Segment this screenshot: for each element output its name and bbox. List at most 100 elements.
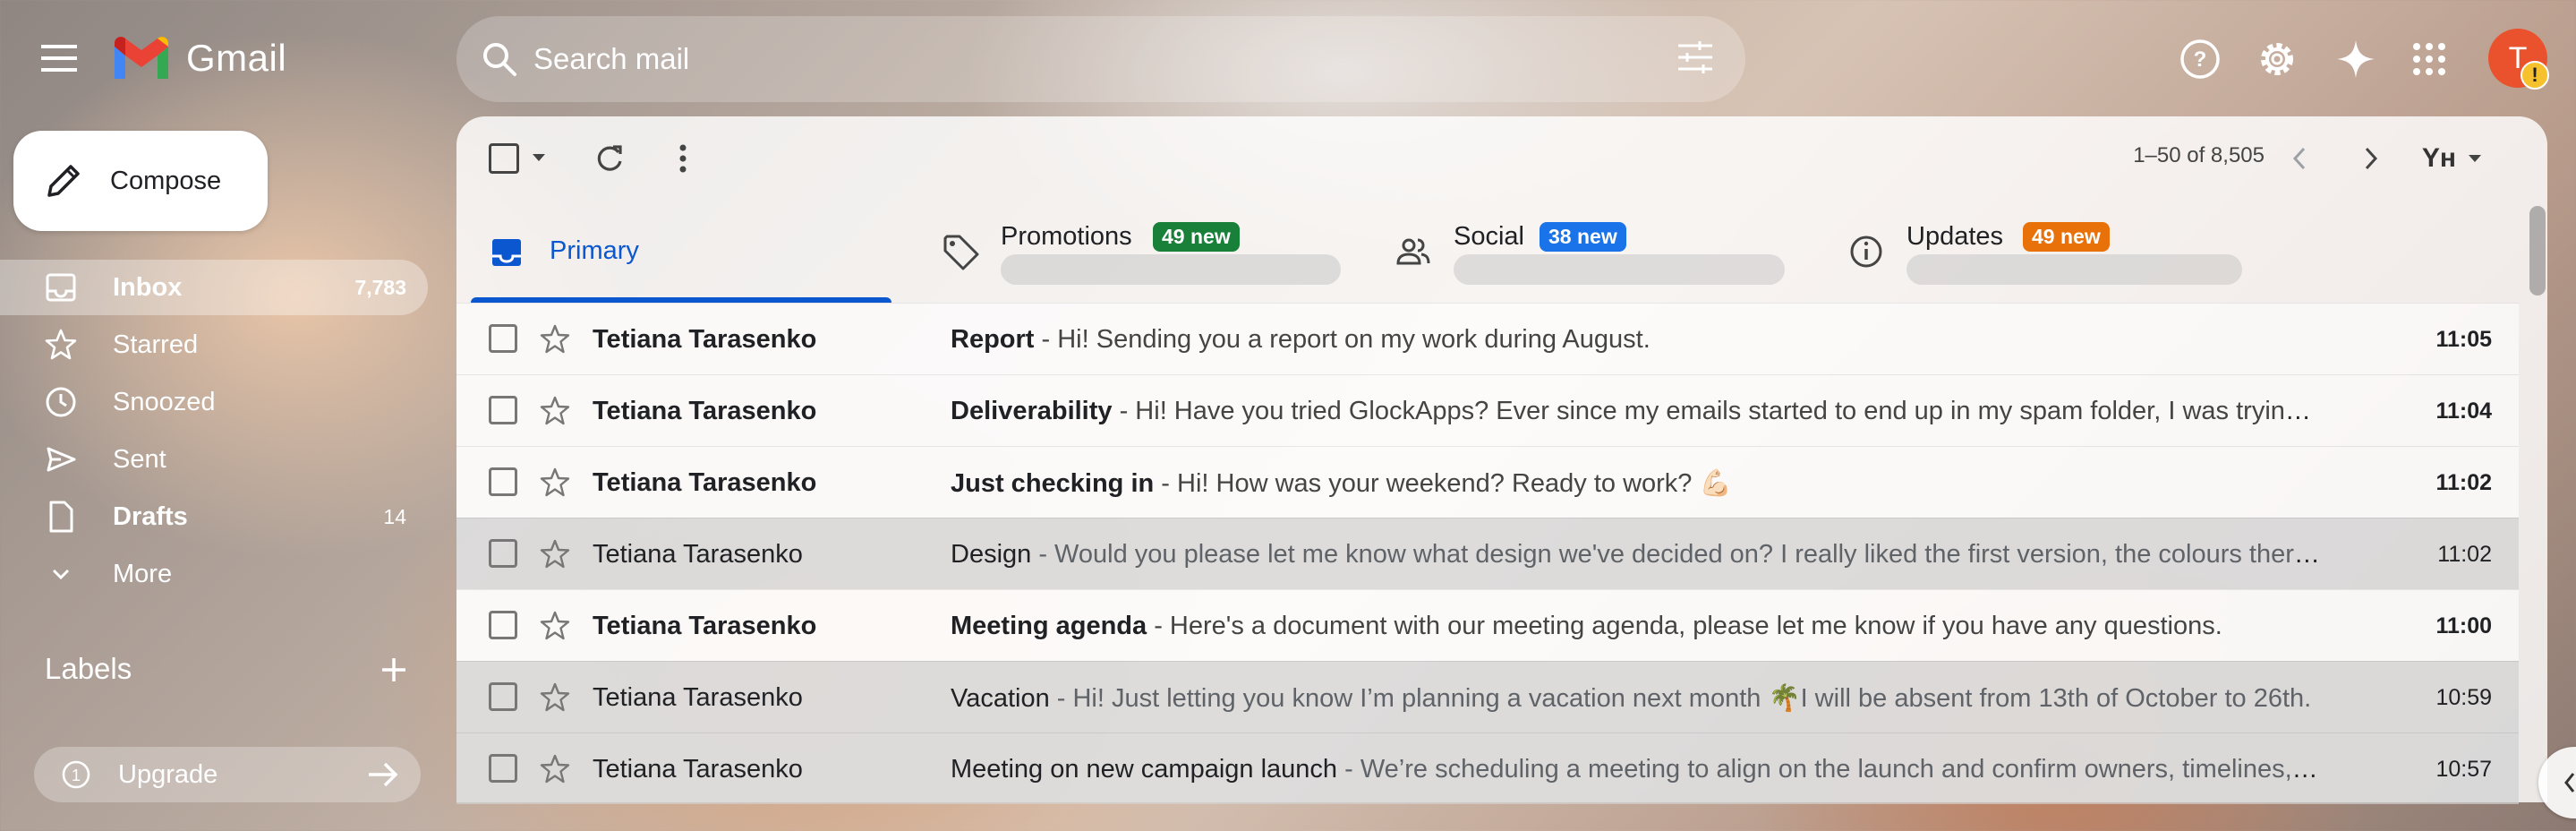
tab-social[interactable]: Social 38 new <box>1375 202 1804 303</box>
email-time: 10:57 <box>2435 757 2492 782</box>
email-sender: Tetiana Tarasenko <box>593 468 817 497</box>
sidebar-item-label: More <box>113 559 173 588</box>
gmail-logo-icon[interactable] <box>111 34 172 82</box>
email-snippet: - Hi! Have you tried GlockApps? Ever sin… <box>1112 397 2324 425</box>
inbox-count: 7,783 <box>354 275 406 299</box>
star-icon[interactable] <box>537 751 573 787</box>
pencil-icon <box>47 165 80 197</box>
search-options-icon[interactable] <box>1672 34 1719 81</box>
row-checkbox[interactable] <box>489 754 517 783</box>
tab-preview-placeholder <box>1906 254 2242 285</box>
row-checkbox[interactable] <box>489 539 517 568</box>
compose-button[interactable]: Compose <box>13 131 268 231</box>
gemini-sparkle-icon[interactable] <box>2331 34 2381 84</box>
star-icon[interactable] <box>537 680 573 715</box>
app-name[interactable]: Gmail <box>186 34 286 82</box>
email-row[interactable]: Tetiana Tarasenko Report - Hi! Sending y… <box>456 303 2519 374</box>
email-time: 11:00 <box>2435 613 2492 638</box>
tag-icon <box>943 235 979 270</box>
star-icon[interactable] <box>537 465 573 501</box>
tab-preview-placeholder <box>1001 254 1341 285</box>
tab-preview-placeholder <box>1454 254 1785 285</box>
email-time: 11:02 <box>2437 542 2492 567</box>
drafts-count: 14 <box>383 504 406 528</box>
pagination-text: 1–50 of 8,505 <box>2133 143 2265 167</box>
tab-promotions[interactable]: Promotions 49 new <box>922 202 1352 303</box>
labels-heading: Labels <box>45 652 132 685</box>
sidebar-item-starred[interactable]: Starred <box>0 317 428 373</box>
email-snippet: - We’re scheduling a meeting to align on… <box>1337 755 2324 784</box>
updates-badge: 49 new <box>2023 222 2110 252</box>
input-tools-label: Yʜ <box>2421 143 2457 173</box>
sidebar-item-drafts[interactable]: Drafts 14 <box>0 489 428 544</box>
search-icon[interactable] <box>476 36 523 82</box>
tab-primary[interactable]: Primary <box>471 202 891 303</box>
sidebar-item-sent[interactable]: Sent <box>0 432 428 487</box>
email-sender: Tetiana Tarasenko <box>593 540 803 569</box>
social-badge: 38 new <box>1540 222 1626 252</box>
star-icon[interactable] <box>537 321 573 357</box>
sidebar-item-more[interactable]: More <box>0 546 428 602</box>
inbox-tab-icon <box>492 239 521 266</box>
help-icon[interactable]: ? <box>2175 34 2225 84</box>
tab-updates[interactable]: Updates 49 new <box>1828 202 2257 303</box>
row-checkbox[interactable] <box>489 324 517 353</box>
email-time: 11:02 <box>2435 470 2492 495</box>
email-row[interactable]: Tetiana Tarasenko Deliverability - Hi! H… <box>456 374 2519 446</box>
email-message: Report - Hi! Sending you a report on my … <box>951 325 2324 355</box>
tab-label: Updates <box>1906 222 2004 251</box>
chevron-left-icon <box>2564 773 2575 792</box>
row-checkbox[interactable] <box>489 611 517 639</box>
svg-text:?: ? <box>2194 47 2207 72</box>
star-icon[interactable] <box>537 608 573 644</box>
tab-label: Primary <box>550 236 639 265</box>
email-sender: Tetiana Tarasenko <box>593 397 817 425</box>
row-checkbox[interactable] <box>489 467 517 496</box>
refresh-icon[interactable] <box>589 138 630 179</box>
select-menu-caret-icon[interactable] <box>528 147 550 168</box>
add-label-button[interactable] <box>374 650 414 690</box>
email-message: Just checking in - Hi! How was your week… <box>951 468 2324 499</box>
promotions-badge: 49 new <box>1153 222 1240 252</box>
email-message: Meeting agenda - Here's a document with … <box>951 612 2324 641</box>
upgrade-button[interactable]: 1 Upgrade <box>34 747 421 802</box>
sidebar-item-snoozed[interactable]: Snoozed <box>0 374 428 430</box>
email-subject: Vacation <box>951 684 1050 713</box>
more-options-icon[interactable] <box>662 138 704 179</box>
email-row[interactable]: Tetiana Tarasenko Design - Would you ple… <box>456 518 2519 589</box>
draft-icon <box>49 501 73 533</box>
plus-icon <box>382 658 405 681</box>
row-checkbox[interactable] <box>489 682 517 711</box>
select-all-checkbox[interactable] <box>489 143 519 174</box>
email-subject: Report <box>951 325 1035 354</box>
settings-gear-icon[interactable] <box>2252 34 2302 84</box>
sidebar-item-inbox[interactable]: Inbox 7,783 <box>0 260 428 315</box>
email-snippet: - Would you please let me know what desi… <box>1031 540 2324 569</box>
email-subject: Deliverability <box>951 397 1113 425</box>
sidebar-item-label: Starred <box>113 330 199 359</box>
search-input[interactable] <box>533 32 1652 86</box>
email-row[interactable]: Tetiana Tarasenko Vacation - Hi! Just le… <box>456 661 2519 732</box>
main-menu-button[interactable] <box>39 41 79 75</box>
email-sender: Tetiana Tarasenko <box>593 683 803 712</box>
email-time: 10:59 <box>2435 685 2492 710</box>
tab-label: Promotions <box>1001 222 1132 251</box>
email-sender: Tetiana Tarasenko <box>593 755 803 784</box>
input-tools-button[interactable]: Yʜ <box>2417 138 2488 179</box>
scrollbar-thumb[interactable] <box>2529 206 2546 296</box>
row-checkbox[interactable] <box>489 396 517 424</box>
account-warning-badge: ! <box>2521 61 2549 90</box>
older-page-chevron-left-icon[interactable] <box>2279 138 2320 179</box>
star-icon[interactable] <box>537 536 573 572</box>
star-icon[interactable] <box>537 393 573 429</box>
arrow-right-icon <box>369 762 398 787</box>
star-icon <box>45 329 77 360</box>
email-row[interactable]: Tetiana Tarasenko Meeting agenda - Here'… <box>456 589 2519 661</box>
email-sender: Tetiana Tarasenko <box>593 325 817 354</box>
email-row[interactable]: Tetiana Tarasenko Just checking in - Hi!… <box>456 446 2519 518</box>
email-message: Meeting on new campaign launch - We’re s… <box>951 755 2324 784</box>
email-row[interactable]: Tetiana Tarasenko Meeting on new campaig… <box>456 732 2519 804</box>
email-message: Design - Would you please let me know wh… <box>951 540 2324 570</box>
newer-page-chevron-right-icon[interactable] <box>2350 138 2392 179</box>
apps-grid-icon[interactable] <box>2404 34 2454 84</box>
